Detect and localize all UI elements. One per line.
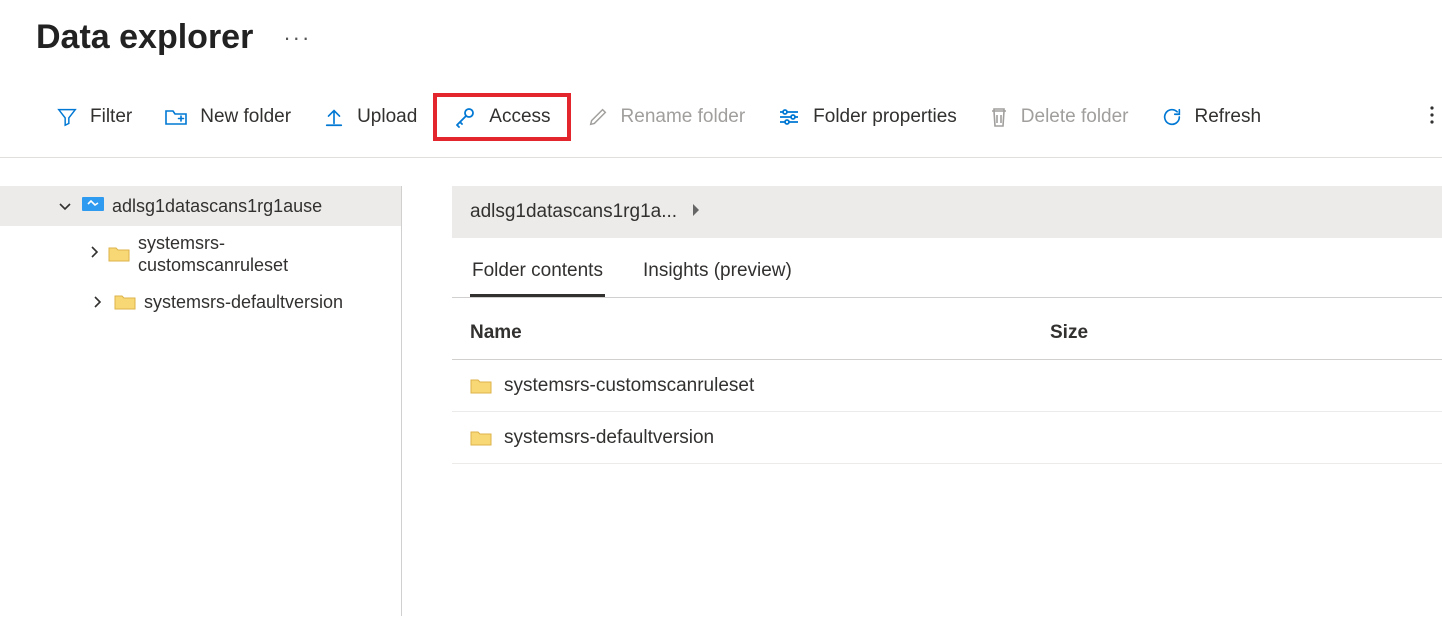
tree-child-node[interactable]: systemsrs-defaultversion bbox=[0, 282, 401, 322]
access-label: Access bbox=[489, 106, 550, 128]
refresh-label: Refresh bbox=[1195, 106, 1262, 128]
breadcrumb: adlsg1datascans1rg1a... bbox=[452, 186, 1442, 238]
access-button[interactable]: Access bbox=[433, 93, 570, 141]
tabs: Folder contents Insights (preview) bbox=[452, 260, 1442, 298]
table-row[interactable]: systemsrs-defaultversion bbox=[452, 412, 1442, 464]
new-folder-label: New folder bbox=[200, 106, 291, 128]
delete-folder-label: Delete folder bbox=[1021, 106, 1129, 128]
folder-icon bbox=[114, 293, 136, 311]
storage-icon bbox=[82, 195, 104, 218]
breadcrumb-item[interactable]: adlsg1datascans1rg1a... bbox=[470, 201, 677, 223]
column-header-size[interactable]: Size bbox=[1050, 322, 1442, 344]
chevron-down-icon bbox=[56, 199, 74, 213]
folder-table: Name Size systemsrs-customscanruleset bbox=[452, 306, 1442, 464]
title-more-icon[interactable]: ··· bbox=[283, 25, 311, 51]
pencil-icon bbox=[587, 106, 609, 128]
row-name: systemsrs-customscanruleset bbox=[504, 375, 754, 397]
breadcrumb-arrow-icon bbox=[691, 201, 701, 223]
tab-folder-contents[interactable]: Folder contents bbox=[470, 260, 605, 297]
row-name: systemsrs-defaultversion bbox=[504, 427, 714, 449]
folder-icon bbox=[470, 377, 492, 395]
upload-icon bbox=[323, 106, 345, 128]
upload-button[interactable]: Upload bbox=[307, 93, 433, 141]
filter-label: Filter bbox=[90, 106, 132, 128]
column-header-name[interactable]: Name bbox=[470, 322, 1050, 344]
rename-folder-label: Rename folder bbox=[621, 106, 746, 128]
settings-icon bbox=[777, 107, 801, 127]
tree-root-label: adlsg1datascans1rg1ause bbox=[112, 196, 322, 217]
rename-folder-button: Rename folder bbox=[571, 93, 762, 141]
toolbar-overflow-icon[interactable] bbox=[1426, 103, 1438, 132]
tree-child-label-line2: customscanruleset bbox=[138, 254, 288, 276]
new-folder-button[interactable]: New folder bbox=[148, 93, 307, 141]
folder-icon bbox=[470, 429, 492, 447]
tab-insights[interactable]: Insights (preview) bbox=[641, 260, 794, 297]
folder-icon bbox=[108, 245, 130, 263]
toolbar: Filter New folder Upload Access Rename f… bbox=[0, 57, 1442, 158]
new-folder-icon bbox=[164, 107, 188, 127]
tree-child-node[interactable]: systemsrs- customscanruleset bbox=[0, 226, 401, 282]
tree-child-label: systemsrs-defaultversion bbox=[144, 292, 343, 313]
chevron-right-icon bbox=[88, 295, 106, 309]
page-title: Data explorer bbox=[36, 18, 253, 57]
trash-icon bbox=[989, 106, 1009, 128]
upload-label: Upload bbox=[357, 106, 417, 128]
table-row[interactable]: systemsrs-customscanruleset bbox=[452, 360, 1442, 412]
folder-properties-label: Folder properties bbox=[813, 106, 957, 128]
delete-folder-button: Delete folder bbox=[973, 93, 1145, 141]
chevron-right-icon bbox=[88, 245, 100, 264]
key-icon bbox=[453, 105, 477, 129]
tree-child-label-line1: systemsrs- bbox=[138, 232, 288, 254]
filter-icon bbox=[56, 106, 78, 128]
folder-tree: adlsg1datascans1rg1ause systemsrs- custo… bbox=[0, 186, 402, 616]
refresh-icon bbox=[1161, 106, 1183, 128]
folder-properties-button[interactable]: Folder properties bbox=[761, 93, 973, 141]
refresh-button[interactable]: Refresh bbox=[1145, 93, 1278, 141]
filter-button[interactable]: Filter bbox=[40, 93, 148, 141]
tree-root-node[interactable]: adlsg1datascans1rg1ause bbox=[0, 186, 401, 226]
